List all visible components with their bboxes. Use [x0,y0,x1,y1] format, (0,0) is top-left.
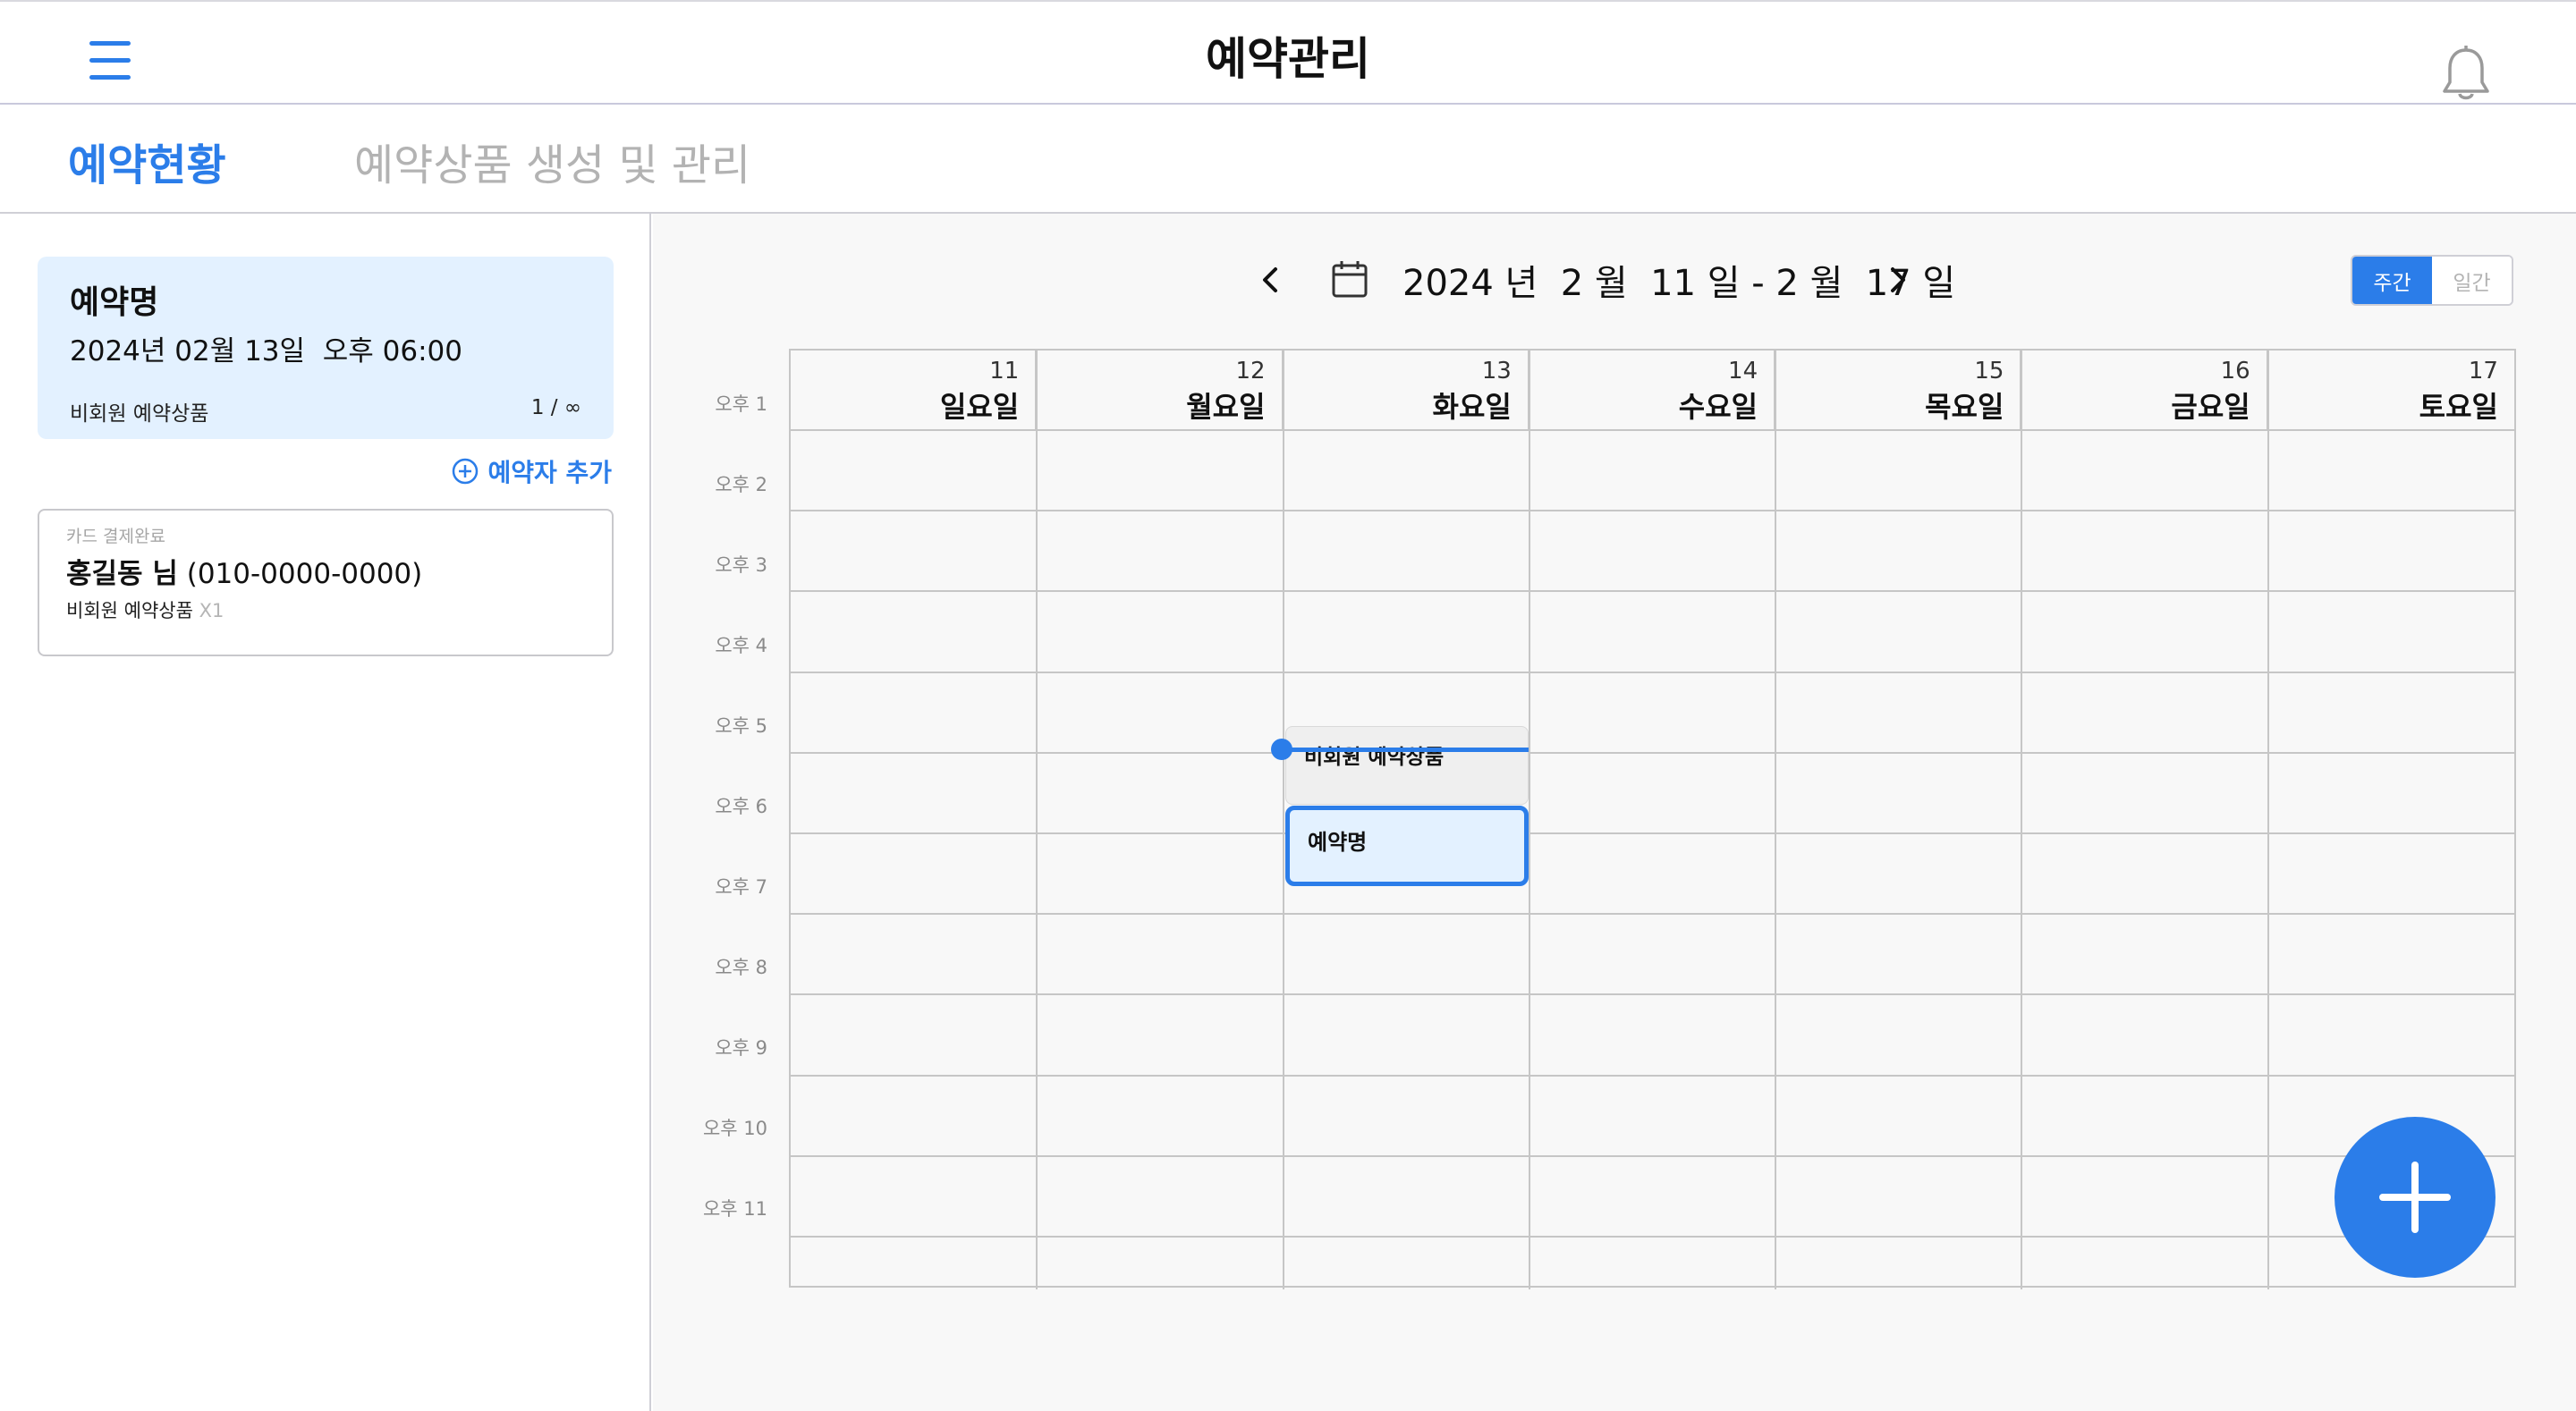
day-column-header: 15 목요일 [1775,351,2022,429]
tab-bar: 예약현황 예약상품 생성 및 관리 [0,105,2576,214]
reservation-event[interactable]: 예약명 [1285,806,1529,886]
day-name: 금요일 [2171,390,2250,424]
booker-name: 홍길동 님 [66,558,178,590]
day-number: 17 [2468,358,2498,384]
day-column-header: 12 월요일 [1037,351,1284,429]
time-label: 오후 9 [715,1037,767,1059]
column-divider [1036,351,1038,1289]
day-number: 16 [2220,358,2250,384]
booker-card[interactable]: 카드 결제완료 홍길동 님 (010-0000-0000) 비회원 예약상품 X… [38,509,614,656]
chevron-left-icon[interactable] [1256,264,1286,296]
row-divider [791,832,2514,834]
day-name: 수요일 [1678,390,1758,424]
plus-circle-icon [453,458,479,485]
row-divider [791,1154,2514,1157]
time-label: 오후 3 [715,554,767,576]
reservation-sidebar: 예약명 2024년 02월 13일 오후 06:00 비회원 예약상품 1 / … [0,214,651,1411]
page-title: 예약관리 [1206,33,1370,85]
row-divider [791,1236,2514,1238]
time-label: 오후 2 [715,474,767,495]
date-range-label: 2024 년 2 월 11 일 - 2 월 17 일 [1402,263,1956,304]
time-label: 오후 11 [702,1198,767,1220]
day-column-header: 16 금요일 [2021,351,2268,429]
view-toggle: 주간 일간 [2351,255,2513,306]
reservation-name: 예약명 [70,284,159,321]
payment-status: 카드 결제완료 [66,527,165,546]
week-view-button[interactable]: 주간 [2352,257,2432,304]
current-time-dot [1271,739,1292,760]
row-divider [791,751,2514,754]
reservation-product-row: 비회원 예약상품 1 / ∞ [70,396,581,427]
row-divider [791,993,2514,996]
time-label: 오후 7 [715,876,767,898]
booker-product-row: 비회원 예약상품 X1 [66,596,585,623]
day-number: 11 [989,358,1020,384]
day-name: 일요일 [939,390,1020,424]
day-number: 12 [1235,358,1266,384]
add-booker-button[interactable]: 예약자 추가 [452,453,612,489]
row-divider [791,1074,2514,1077]
time-label: 오후 8 [715,957,767,978]
chevron-right-icon[interactable] [1882,264,1912,296]
row-divider [791,510,2514,512]
column-divider [2267,351,2269,1289]
booker-info: 홍길동 님 (010-0000-0000) [66,551,585,591]
time-label: 오후 10 [702,1118,767,1139]
add-booker-label: 예약자 추가 [487,458,612,487]
day-column-header: 13 화요일 [1284,351,1530,429]
column-divider [1775,351,1777,1289]
week-grid: 11 일요일 12 월요일 13 화요일 14 수요일 15 목요일 16 금요일 17 토요일 [789,349,2516,1289]
product-slot-event[interactable]: 비회원 예약상품 [1285,726,1529,805]
reservation-datetime: 2024년 02월 13일 오후 06:00 [70,335,462,368]
app-header: 예약관리 [0,0,2576,105]
day-name: 월요일 [1186,390,1266,424]
booker-product: 비회원 예약상품 [66,600,193,621]
row-divider [791,913,2514,916]
column-divider [2021,351,2023,1289]
row-divider [791,429,2514,431]
row-divider [791,671,2514,673]
day-name: 목요일 [1925,390,2004,424]
booker-quantity: X1 [199,600,225,621]
time-label: 오후 1 [715,393,767,415]
day-number: 13 [1481,358,1512,384]
time-label: 오후 6 [715,796,767,817]
column-divider [1282,351,1284,1289]
day-name: 토요일 [2419,390,2498,424]
tab-product-management[interactable]: 예약상품 생성 및 관리 [354,130,750,192]
time-label: 오후 4 [715,635,767,656]
reservation-capacity: 1 / ∞ [530,396,581,419]
day-name: 화요일 [1432,390,1512,424]
current-time-line [1282,748,1529,752]
day-column-header: 17 토요일 [2268,351,2514,429]
day-view-button[interactable]: 일간 [2432,257,2512,304]
day-number: 15 [1974,358,2004,384]
day-column-header: 14 수요일 [1530,351,1776,429]
reservation-product: 비회원 예약상품 [70,402,209,426]
row-divider [791,590,2514,593]
day-column-header: 11 일요일 [791,351,1038,429]
day-number: 14 [1728,358,1758,384]
column-divider [1528,351,1530,1289]
reservation-card[interactable]: 예약명 2024년 02월 13일 오후 06:00 비회원 예약상품 1 / … [38,257,614,439]
tab-reservation-status[interactable]: 예약현황 [68,130,226,192]
time-label: 오후 5 [715,715,767,737]
bell-icon[interactable] [2440,45,2492,104]
booker-phone: (010-0000-0000) [186,558,423,590]
add-reservation-button[interactable] [2334,1117,2496,1278]
calendar-icon[interactable] [1331,259,1368,299]
